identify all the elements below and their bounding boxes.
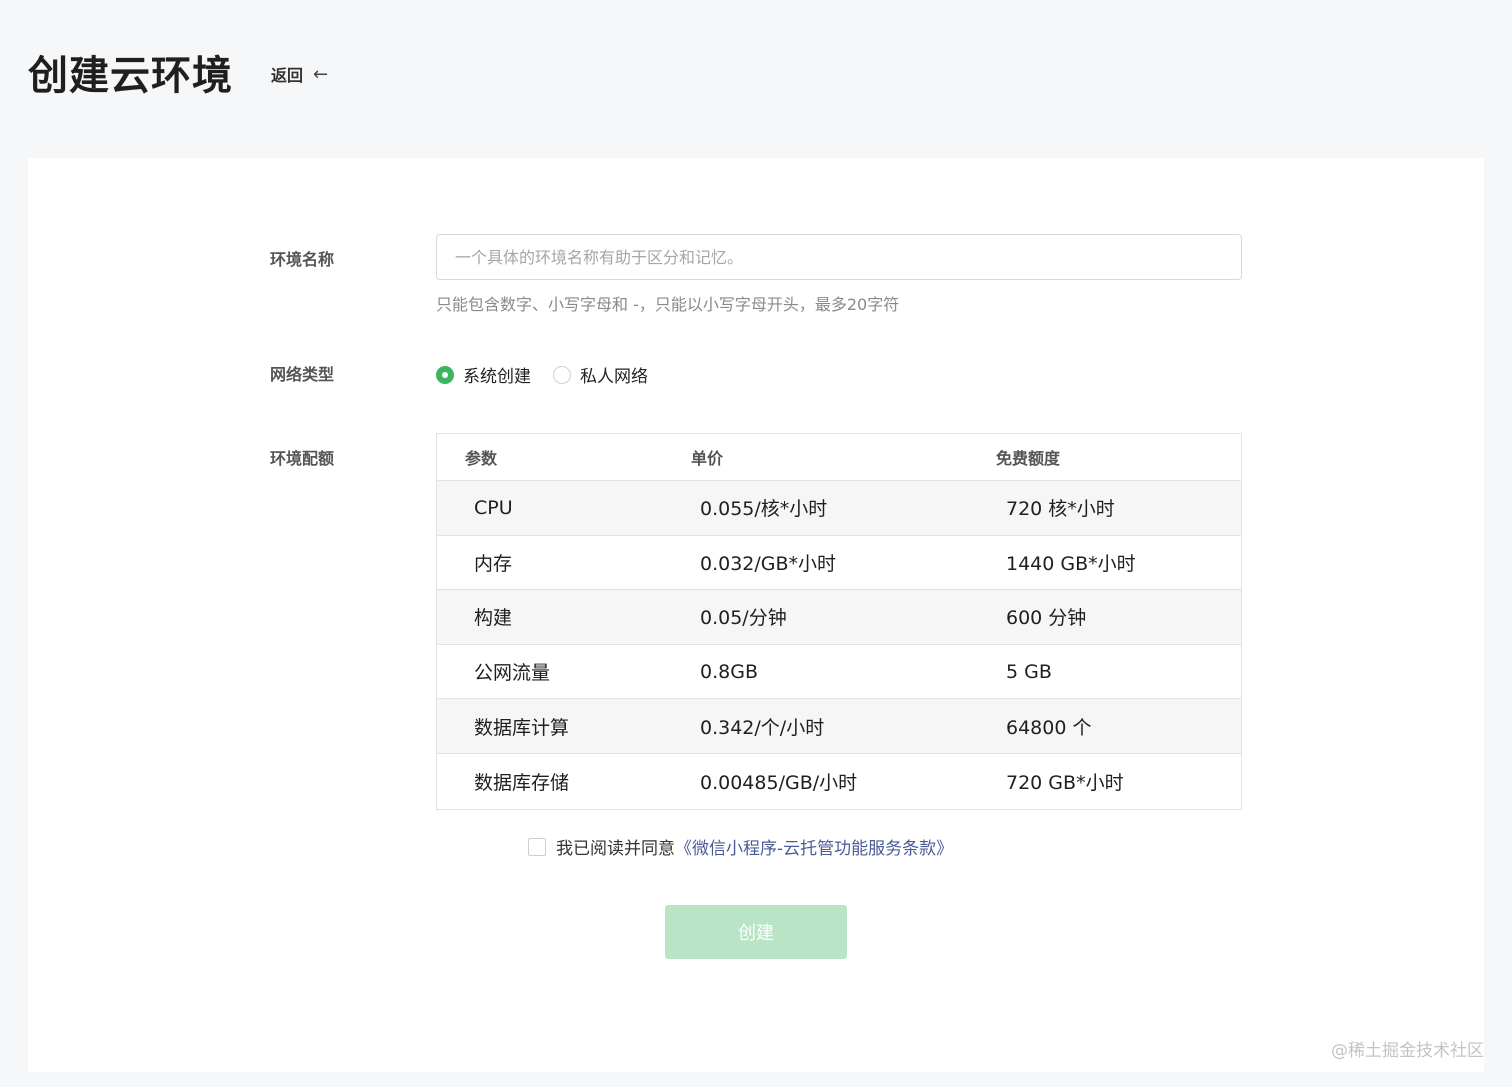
cell-free: 5 GB <box>1006 660 1052 683</box>
radio-unchecked-icon <box>553 365 571 384</box>
table-header: 参数 单价 免费额度 <box>437 434 1241 481</box>
network-type-label: 网络类型 <box>270 365 335 384</box>
back-label: 返回 <box>271 66 304 85</box>
agreement-row: 我已阅读并同意《微信小程序-云托管功能服务条款》 <box>528 834 953 859</box>
agreement-prefix: 我已阅读并同意 <box>556 839 675 859</box>
page-title: 创建云环境 <box>28 53 233 99</box>
env-name-label: 环境名称 <box>270 250 335 269</box>
quota-table: 参数 单价 免费额度 CPU 0.055/核*小时 720 核*小时 内存 0.… <box>436 433 1242 810</box>
cell-param: 构建 <box>474 607 513 630</box>
table-row: 数据库计算 0.342/个/小时 64800 个 <box>437 699 1241 754</box>
column-header-param: 参数 <box>465 449 498 468</box>
table-row: CPU 0.055/核*小时 720 核*小时 <box>437 481 1241 536</box>
cell-price: 0.05/分钟 <box>700 607 787 630</box>
cell-free: 720 GB*小时 <box>1006 771 1124 794</box>
cell-param: 数据库计算 <box>474 716 570 739</box>
arrow-left-icon: ← <box>313 63 329 85</box>
terms-link[interactable]: 《微信小程序-云托管功能服务条款》 <box>675 839 953 859</box>
page-header: 创建云环境 返回 ← <box>28 40 328 104</box>
cell-param: 公网流量 <box>474 662 551 685</box>
env-name-hint: 只能包含数字、小写字母和 -，只能以小写字母开头，最多20字符 <box>436 295 900 314</box>
radio-system-create[interactable]: 系统创建 <box>436 362 531 387</box>
form-card: 环境名称 只能包含数字、小写字母和 -，只能以小写字母开头，最多20字符 网络类… <box>28 158 1484 1072</box>
cell-price: 0.00485/GB/小时 <box>700 771 858 794</box>
create-button[interactable]: 创建 <box>665 905 847 959</box>
agreement-text: 我已阅读并同意《微信小程序-云托管功能服务条款》 <box>556 834 953 859</box>
back-link[interactable]: 返回 ← <box>271 62 328 86</box>
cell-free: 600 分钟 <box>1006 607 1087 630</box>
quota-label: 环境配额 <box>270 449 335 468</box>
cell-free: 64800 个 <box>1006 716 1092 739</box>
cell-param: 内存 <box>474 552 513 575</box>
radio-label: 私人网络 <box>580 367 648 387</box>
agreement-checkbox[interactable] <box>528 837 546 856</box>
watermark: @稀土掘金技术社区 <box>1331 1041 1484 1061</box>
cell-param: CPU <box>474 496 513 519</box>
table-row: 内存 0.032/GB*小时 1440 GB*小时 <box>437 536 1241 591</box>
table-row: 构建 0.05/分钟 600 分钟 <box>437 590 1241 645</box>
cell-price: 0.342/个/小时 <box>700 716 825 739</box>
radio-checked-icon <box>436 365 454 384</box>
network-type-radio-group: 系统创建 私人网络 <box>436 362 670 387</box>
cell-free: 1440 GB*小时 <box>1006 552 1136 575</box>
radio-label: 系统创建 <box>463 367 531 387</box>
cell-param: 数据库存储 <box>474 771 570 794</box>
column-header-free: 免费额度 <box>996 449 1061 468</box>
cell-free: 720 核*小时 <box>1006 498 1115 521</box>
cell-price: 0.055/核*小时 <box>700 498 828 521</box>
column-header-price: 单价 <box>691 449 724 468</box>
table-row: 数据库存储 0.00485/GB/小时 720 GB*小时 <box>437 754 1241 809</box>
env-name-input[interactable] <box>436 234 1242 280</box>
radio-private-network[interactable]: 私人网络 <box>553 362 648 387</box>
cell-price: 0.8GB <box>700 660 758 683</box>
cell-price: 0.032/GB*小时 <box>700 552 837 575</box>
table-row: 公网流量 0.8GB 5 GB <box>437 645 1241 700</box>
